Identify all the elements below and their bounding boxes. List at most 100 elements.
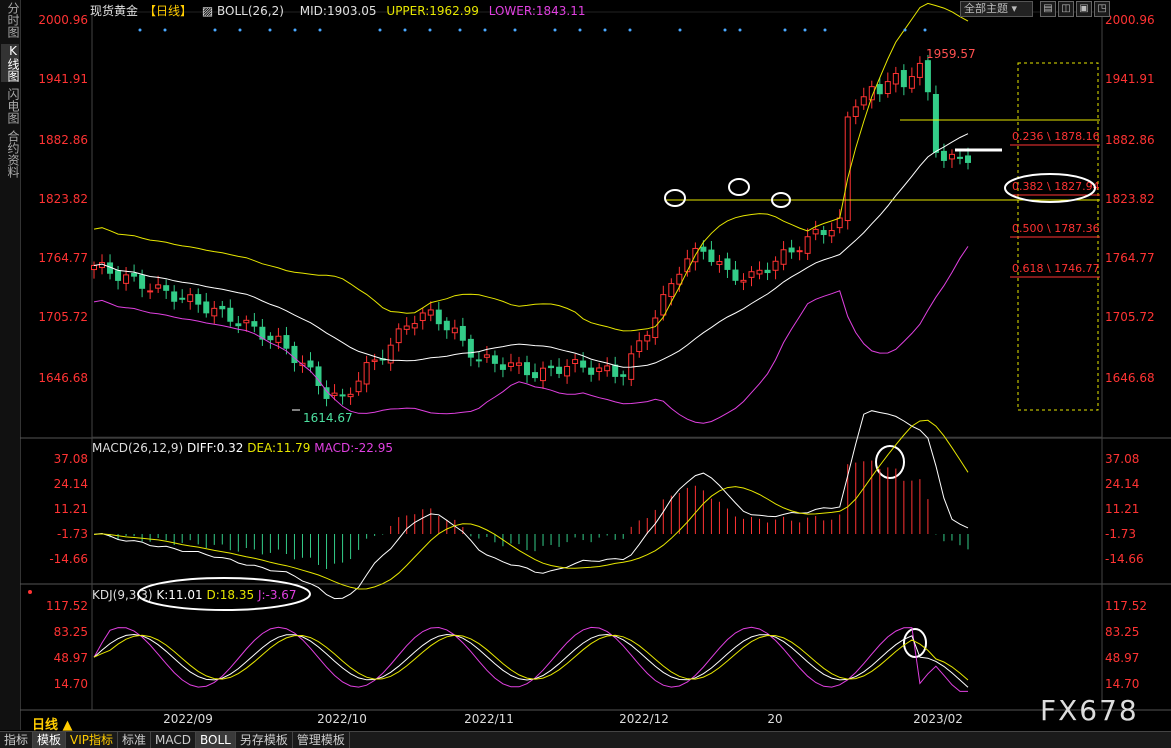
signal-dot [578, 28, 582, 32]
layout-icon[interactable]: ▤ [1040, 1, 1056, 17]
bottom-toolbar: 指标 模板 VIP指标 标准 MACD BOLL 另存模板 管理模板 [0, 731, 1171, 748]
tab-standard[interactable]: 标准 [118, 732, 152, 748]
tab-manage-template[interactable]: 管理模板 [293, 732, 350, 748]
candle-body [355, 380, 362, 393]
boll-lower-line [93, 246, 969, 424]
macd-axis-label: 11.21 [1105, 502, 1139, 516]
candle-body [836, 217, 843, 229]
macd-diff-line [93, 410, 969, 600]
price-axis-label-right: 1646.68 [1105, 371, 1155, 385]
candle-body [740, 279, 747, 283]
candle-body [852, 106, 859, 117]
candle-body [700, 246, 707, 252]
price-axis-label-left: 1705.72 [38, 310, 88, 324]
candle-body [363, 362, 370, 385]
signal-dot [628, 28, 632, 32]
macd-histogram [101, 460, 969, 569]
candle-body [147, 290, 154, 293]
price-axis-label-right: 1882.86 [1105, 133, 1155, 147]
signal-dot [903, 28, 907, 32]
signal-dot [138, 28, 142, 32]
tab-flash-chart[interactable]: 闪电图 [1, 88, 20, 124]
candle-body [965, 155, 971, 163]
tab-vip-indicator[interactable]: VIP指标 [66, 732, 119, 748]
candle-body [636, 340, 643, 352]
signal-dot [603, 28, 607, 32]
tab-kline-chart[interactable]: K线图 [1, 44, 20, 82]
candle-body [956, 156, 963, 159]
left-tab-bar: 分时图 K线图 闪电图 合约资料 [0, 0, 21, 730]
candle-body [940, 150, 947, 161]
candle-body [419, 312, 426, 322]
chart-area[interactable]: 2000.96 1941.91 1882.86 1823.82 1764.77 1705.… [20, 0, 1171, 730]
candlestick-series[interactable] [91, 54, 971, 407]
tab-contract-info[interactable]: 合约资料 [1, 130, 20, 178]
candle-body [139, 274, 146, 289]
boll-lower-value: LOWER:1843.11 [488, 4, 586, 18]
kdj-j-line [93, 626, 968, 692]
kdj-axis-label: 83.25 [1105, 625, 1139, 639]
candle-body [131, 272, 138, 277]
candle-body [796, 250, 803, 253]
watermark-logo: FX678 [1040, 694, 1139, 727]
candle-body [339, 394, 346, 397]
price-axis-label-right: 1764.77 [1105, 251, 1155, 265]
tab-macd[interactable]: MACD [151, 732, 197, 748]
signal-dot [803, 28, 807, 32]
candle-body [860, 96, 867, 106]
candle-body [203, 301, 210, 314]
theme-select[interactable]: 全部主题 ▾ [960, 1, 1033, 17]
kdj-axis-label: 48.97 [1105, 651, 1139, 665]
candle-body [948, 153, 955, 160]
kdj-k-line [93, 633, 969, 688]
candle-body [459, 325, 466, 341]
restore-icon[interactable]: ◳ [1094, 1, 1110, 17]
kdj-header: KDJ(9,3,3) K:11.01 D:18.35 J:-3.67 [92, 588, 297, 602]
candle-body [932, 93, 939, 153]
signal-dot [513, 28, 517, 32]
candle-body [588, 367, 595, 375]
main-panel-frame [91, 11, 1103, 438]
maximize-icon[interactable]: ▣ [1076, 1, 1092, 17]
candle-body [764, 269, 771, 274]
split-icon[interactable]: ◫ [1058, 1, 1074, 17]
tab-save-template[interactable]: 另存模板 [236, 732, 293, 748]
candle-body [451, 327, 458, 334]
candle-body [660, 294, 667, 316]
signal-dots [138, 28, 927, 32]
candle-body [548, 365, 555, 369]
high-price-label: 1959.57 [926, 47, 976, 61]
candle-body [572, 359, 579, 365]
candle-body [403, 325, 410, 330]
candle-body [491, 355, 498, 364]
price-axis-label-left: 1882.86 [38, 133, 88, 147]
signal-dot [483, 28, 487, 32]
boll-upper-line [93, 2, 969, 332]
candle-body [427, 309, 434, 316]
tab-indicator[interactable]: 指标 [0, 732, 34, 748]
candle-body [483, 354, 490, 358]
macd-axis-label: 37.08 [1105, 452, 1139, 466]
signal-dot [318, 28, 322, 32]
macd-axis-label-left: -1.73 [57, 527, 88, 541]
tab-template[interactable]: 模板 [33, 732, 67, 748]
candle-body [892, 73, 899, 85]
candle-body [179, 297, 186, 300]
candle-body [243, 319, 250, 324]
candle-body [668, 283, 675, 297]
candle-body [187, 294, 194, 302]
kdj-axis-label-left: 48.97 [54, 651, 88, 665]
tab-time-chart[interactable]: 分时图 [1, 2, 20, 38]
candle-body [580, 360, 587, 368]
macd-axis-label: -1.73 [1105, 527, 1136, 541]
annotation-circle [664, 189, 686, 207]
signal-dot [238, 28, 242, 32]
period-label: 【日线】 [144, 4, 193, 18]
tab-boll[interactable]: BOLL [196, 732, 236, 748]
candle-body [820, 230, 827, 236]
signal-dot [738, 28, 742, 32]
candle-body [804, 236, 811, 254]
candle-body [916, 62, 923, 78]
candle-body [924, 60, 931, 93]
macd-header: MACD(26,12,9) DIFF:0.32 DEA:11.79 MACD:-… [92, 441, 393, 455]
